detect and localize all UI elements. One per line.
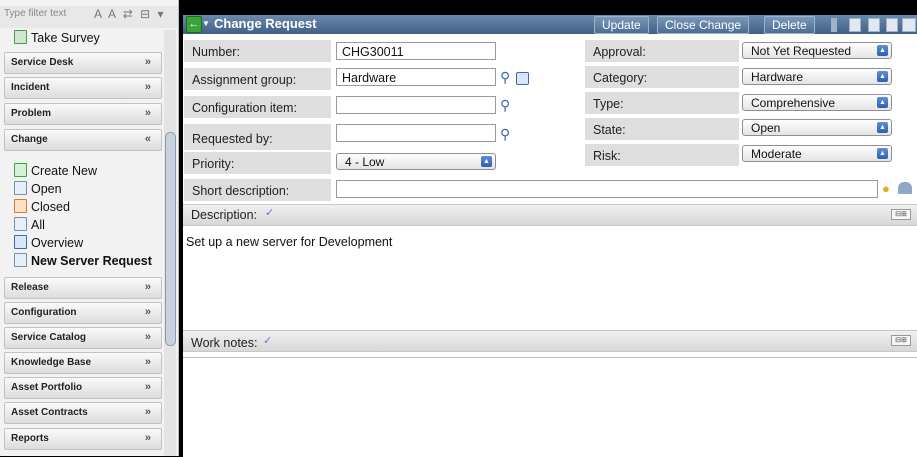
chevron-down-icon: » <box>144 306 151 318</box>
priority-select[interactable]: 4 - Low ▲ <box>336 153 496 170</box>
knowledge-icon[interactable] <box>898 182 912 194</box>
close-change-button[interactable]: Close Change <box>657 16 750 34</box>
closed-icon <box>14 199 27 213</box>
section-configuration[interactable]: Configuration» <box>4 302 162 324</box>
section-release[interactable]: Release» <box>4 277 162 299</box>
expand-collapse-icon[interactable]: ⊟⊞ <box>891 335 911 346</box>
approval-label: Approval: <box>585 40 739 63</box>
delete-button[interactable]: Delete <box>764 16 815 34</box>
category-label: Category: <box>585 66 739 89</box>
plus-icon <box>14 163 27 177</box>
lightbulb-icon[interactable]: ● <box>882 181 890 196</box>
description-textarea[interactable]: Set up a new server for Development <box>183 231 917 326</box>
chevron-down-icon: » <box>144 406 151 418</box>
navigator-tools[interactable]: A A ⇄ ⊟ ▾ <box>94 7 166 21</box>
work-notes-header: Work notes: ✓ ⊟⊞ <box>183 330 917 352</box>
section-reports[interactable]: Reports» <box>4 428 162 450</box>
section-service-catalog[interactable]: Service Catalog» <box>4 327 162 349</box>
section-incident[interactable]: Incident» <box>4 77 162 99</box>
chevron-down-icon: » <box>144 107 151 119</box>
chevron-down-icon: » <box>144 81 151 93</box>
list-icon <box>14 181 27 195</box>
requested-by-label: Requested by: <box>184 124 331 151</box>
section-service-desk[interactable]: Service Desk» <box>4 52 162 74</box>
state-select[interactable]: Open ▲ <box>742 119 892 136</box>
back-arrow-icon[interactable]: ← <box>186 16 202 33</box>
select-arrow-icon: ▲ <box>481 156 492 167</box>
expand-collapse-icon[interactable]: ⊟⊞ <box>891 209 911 220</box>
module-create-new[interactable]: Create New <box>14 163 97 178</box>
section-change[interactable]: Change « <box>4 129 162 151</box>
spellcheck-icon[interactable]: ✓ <box>265 206 274 219</box>
category-select[interactable]: Hardware ▲ <box>742 68 892 85</box>
survey-icon <box>14 30 27 44</box>
module-closed[interactable]: Closed <box>14 199 70 214</box>
number-field[interactable]: CHG30011 <box>336 42 496 60</box>
chevron-down-icon: » <box>144 56 151 68</box>
chevron-down-icon: » <box>144 331 151 343</box>
priority-label: Priority: <box>184 152 331 175</box>
filter-input[interactable]: Type filter text <box>4 8 74 19</box>
section-problem[interactable]: Problem» <box>4 103 162 125</box>
search-icon[interactable]: ⚲ <box>500 126 510 143</box>
state-label: State: <box>585 118 739 141</box>
section-asset-portfolio[interactable]: Asset Portfolio» <box>4 377 162 399</box>
approval-select[interactable]: Not Yet Requested ▲ <box>742 42 892 59</box>
number-label: Number: <box>184 40 331 63</box>
type-select[interactable]: Comprehensive ▲ <box>742 94 892 111</box>
chevron-up-icon: « <box>144 133 151 145</box>
settings-icon[interactable] <box>902 18 916 32</box>
section-knowledge-base[interactable]: Knowledge Base» <box>4 352 162 374</box>
module-open[interactable]: Open <box>14 181 62 196</box>
list-view-icon[interactable] <box>886 18 898 32</box>
module-overview[interactable]: Overview <box>14 235 83 250</box>
reference-info-icon[interactable] <box>516 72 529 85</box>
configuration-item-label: Configuration item: <box>184 96 331 119</box>
list-icon <box>14 217 27 231</box>
separator-icon <box>831 18 837 32</box>
work-notes-textarea[interactable] <box>183 357 917 457</box>
document-icon <box>14 253 27 267</box>
assignment-group-label: Assignment group: <box>184 68 331 91</box>
chevron-down-icon: » <box>144 356 151 368</box>
section-asset-contracts[interactable]: Asset Contracts» <box>4 402 162 424</box>
short-description-label: Short description: <box>184 179 331 202</box>
module-all[interactable]: All <box>14 217 45 232</box>
select-arrow-icon: ▲ <box>877 45 888 56</box>
personalize-icon[interactable] <box>868 18 880 32</box>
take-survey-link[interactable]: Take Survey <box>14 30 100 45</box>
configuration-item-field[interactable] <box>336 96 496 114</box>
select-arrow-icon: ▲ <box>877 97 888 108</box>
chevron-down-icon: » <box>144 381 151 393</box>
chevron-down-icon: » <box>144 281 151 293</box>
attachment-icon[interactable] <box>849 18 861 32</box>
risk-select[interactable]: Moderate ▲ <box>742 145 892 162</box>
chart-icon <box>14 235 27 249</box>
short-description-field[interactable] <box>336 180 878 198</box>
assignment-group-field[interactable]: Hardware <box>336 68 496 86</box>
search-icon[interactable]: ⚲ <box>500 69 510 86</box>
risk-label: Risk: <box>585 144 739 167</box>
select-arrow-icon: ▲ <box>877 122 888 133</box>
description-header: Description: ✓ ⊟⊞ <box>183 204 917 226</box>
page-title: Change Request <box>214 16 317 31</box>
module-new-server-request[interactable]: New Server Request <box>14 253 152 268</box>
type-label: Type: <box>585 92 739 115</box>
select-arrow-icon: ▲ <box>877 148 888 159</box>
search-icon[interactable]: ⚲ <box>500 97 510 114</box>
sidebar-scroll-thumb[interactable] <box>165 132 176 346</box>
chevron-down-icon: » <box>144 432 151 444</box>
context-menu-icon[interactable]: ▼ <box>202 19 210 28</box>
update-button[interactable]: Update <box>594 16 649 34</box>
requested-by-field[interactable] <box>336 124 496 142</box>
select-arrow-icon: ▲ <box>877 71 888 82</box>
spellcheck-icon[interactable]: ✓ <box>263 334 272 347</box>
